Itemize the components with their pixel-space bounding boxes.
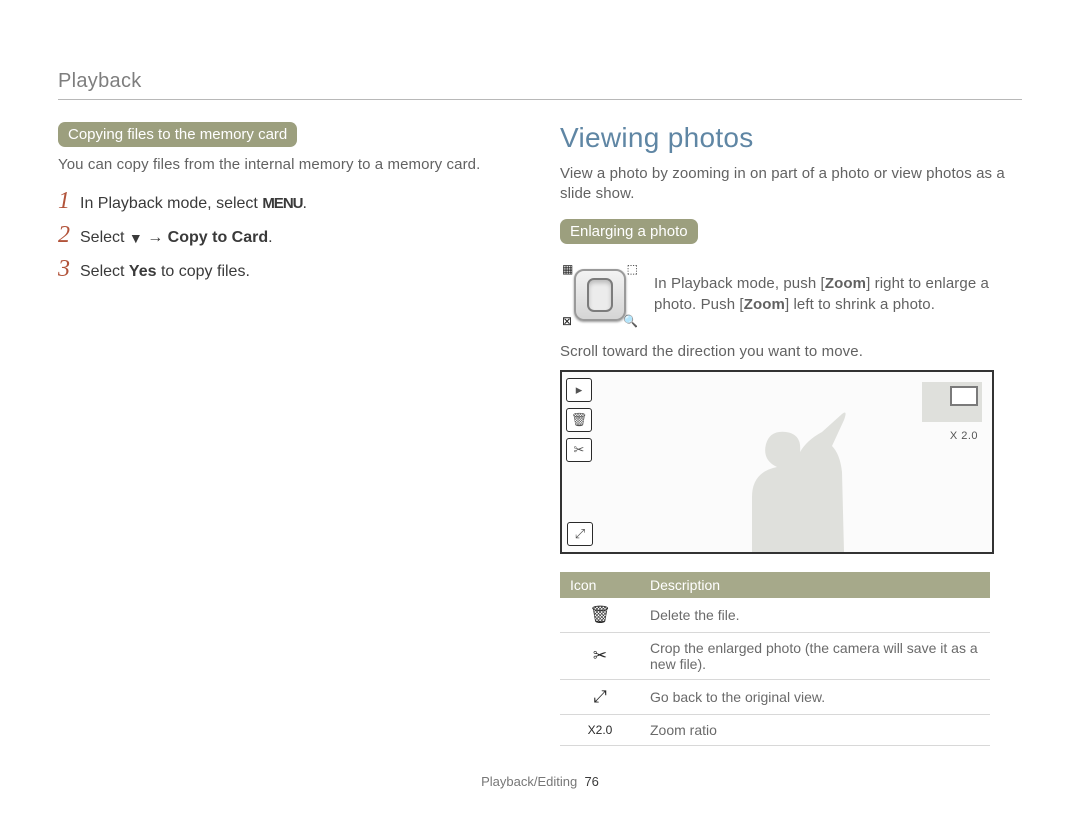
zoom-wheel [574, 269, 626, 321]
step-number: 2 [58, 223, 70, 247]
cell-desc: Go back to the original view. [640, 679, 990, 714]
heading-viewing-photos: Viewing photos [560, 122, 1022, 154]
th-description: Description [640, 572, 990, 598]
pill-copy-files: Copying files to the memory card [58, 122, 297, 147]
step-text-pre: Select [80, 263, 129, 280]
zoom-text-post: ] left to shrink a photo. [785, 296, 935, 313]
cell-icon: X2.0 [560, 714, 640, 745]
section-title: Playback [58, 70, 1022, 93]
play-icon: ▸ [576, 382, 583, 398]
crop-icon: ✂ [574, 442, 585, 458]
crop-button[interactable]: ✂ [566, 438, 592, 462]
zoom-knob [587, 278, 613, 312]
cell-icon: 🗑 [560, 598, 640, 633]
left-column: Copying files to the memory card You can… [58, 122, 520, 746]
intro-copy-files: You can copy files from the internal mem… [58, 155, 520, 175]
step-number: 1 [58, 189, 70, 213]
table-header-row: Icon Description [560, 572, 990, 598]
trash-icon: 🗑 [589, 605, 611, 624]
down-arrow-icon: ▼ [129, 230, 143, 246]
step-item: 1 In Playback mode, select MENU. [58, 189, 520, 213]
photo-silhouette [682, 402, 882, 552]
right-column: Viewing photos View a photo by zooming i… [560, 122, 1022, 746]
step-text-post: . [302, 195, 306, 212]
zoom-text-pre: In Playback mode, push [ [654, 275, 825, 292]
step-item: 2 Select ▼ → Copy to Card. [58, 223, 520, 247]
zoom-corner-br-icon: 🔍 [623, 314, 638, 328]
zoom-instruction-text: In Playback mode, push [Zoom] right to e… [654, 274, 1022, 315]
step-text-bold: Copy to Card [168, 229, 268, 246]
delete-button[interactable]: 🗑 [566, 408, 592, 432]
viewer-sidebar: ▸ 🗑 ✂ ⤢ [562, 372, 596, 552]
step-text-post: . [268, 229, 272, 246]
columns: Copying files to the memory card You can… [58, 122, 1022, 746]
step-text: Select ▼ → Copy to Card. [80, 229, 273, 247]
step-text-pre: Select [80, 229, 129, 246]
footer-section: Playback/Editing [481, 774, 577, 789]
table-row: ⤢ Go back to the original view. [560, 679, 990, 714]
icon-legend-table: Icon Description 🗑 Delete the file. ✂ Cr… [560, 572, 990, 746]
crop-icon: ✂ [593, 646, 607, 665]
step-item: 3 Select Yes to copy files. [58, 257, 520, 281]
zoom-text-bold: Zoom [825, 275, 866, 292]
page-root: Playback Copying files to the memory car… [0, 0, 1080, 746]
page-footer: Playback/Editing 76 [0, 774, 1080, 789]
step-number: 3 [58, 257, 70, 281]
step-text-mid: → [143, 229, 168, 246]
zoom-wheel-icon: ▦ ⬚ ⊠ 🔍 [560, 262, 640, 328]
header-rule [58, 99, 1022, 100]
steps-list: 1 In Playback mode, select MENU. 2 Selec… [58, 189, 520, 281]
step-text-bold: Yes [129, 263, 157, 280]
zoom-out-icon: ⤢ [575, 526, 585, 542]
trash-icon: 🗑 [571, 412, 588, 428]
pill-enlarging-photo: Enlarging a photo [560, 219, 698, 244]
intro-viewing-photos: View a photo by zooming in on part of a … [560, 164, 1022, 205]
menu-icon: MENU [262, 195, 302, 212]
cell-icon: ⤢ [560, 679, 640, 714]
zoom-out-icon: ⤢ [593, 687, 607, 706]
th-icon: Icon [560, 572, 640, 598]
step-text-pre: In Playback mode, select [80, 195, 262, 212]
table-row: 🗑 Delete the file. [560, 598, 990, 633]
viewer-minimap [922, 382, 982, 422]
zoom-out-button[interactable]: ⤢ [567, 522, 593, 546]
step-text: In Playback mode, select MENU. [80, 195, 307, 213]
cell-icon: ✂ [560, 632, 640, 679]
page-number: 76 [584, 774, 598, 789]
cell-desc: Zoom ratio [640, 714, 990, 745]
zoom-instruction-row: ▦ ⬚ ⊠ 🔍 In Playback mode, push [Zoom] ri… [560, 262, 1022, 328]
zoom-corner-tr-icon: ⬚ [627, 262, 638, 276]
table-row: X2.0 Zoom ratio [560, 714, 990, 745]
table-row: ✂ Crop the enlarged photo (the camera wi… [560, 632, 990, 679]
photo-viewer: ▸ 🗑 ✂ ⤢ X 2.0 [560, 370, 994, 554]
zoom-corner-tl-icon: ▦ [562, 262, 573, 276]
zoom-text-bold: Zoom [744, 296, 785, 313]
zoom-corner-bl-icon: ⊠ [562, 314, 572, 328]
step-text-post: to copy files. [157, 263, 250, 280]
step-text: Select Yes to copy files. [80, 263, 250, 281]
play-button[interactable]: ▸ [566, 378, 592, 402]
cell-desc: Crop the enlarged photo (the camera will… [640, 632, 990, 679]
scroll-note: Scroll toward the direction you want to … [560, 342, 1022, 362]
zoom-ratio-label: X 2.0 [950, 430, 978, 442]
cell-desc: Delete the file. [640, 598, 990, 633]
